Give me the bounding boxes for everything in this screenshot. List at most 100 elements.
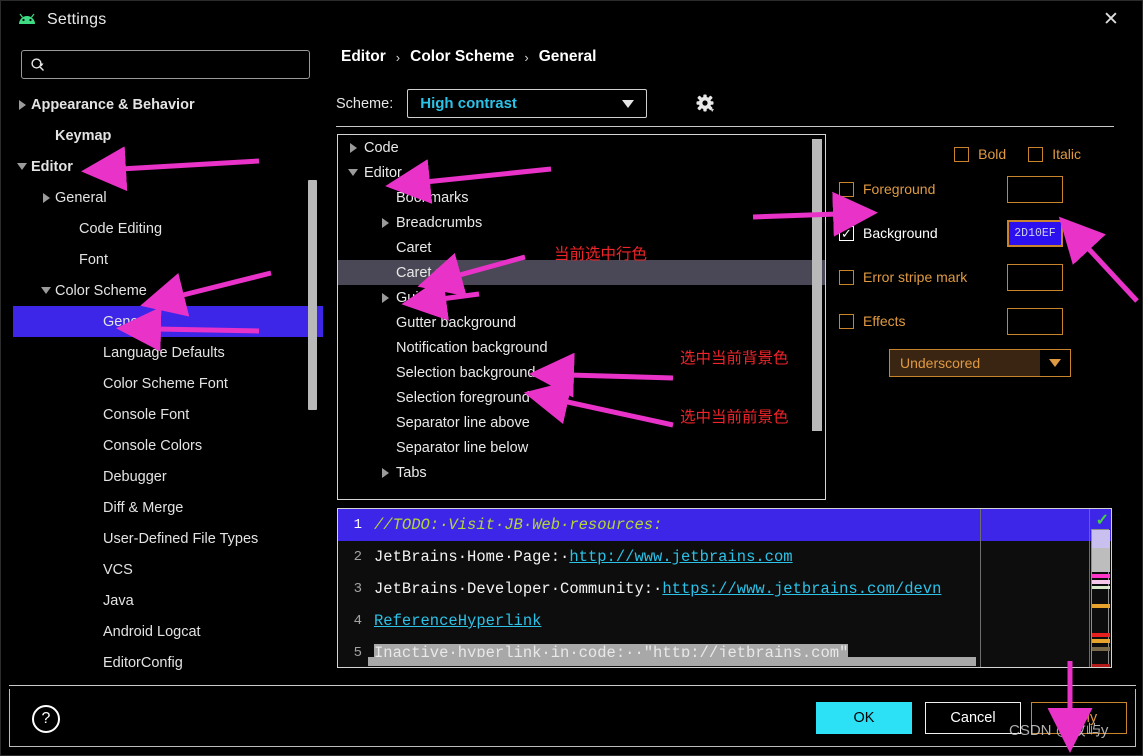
font-style-row: Bold Italic <box>839 141 1139 167</box>
preview-code: JetBrains·Home·Page:·http://www.jetbrain… <box>368 548 793 566</box>
search-box[interactable] <box>21 50 310 79</box>
tree-item-label: Breadcrumbs <box>396 214 483 231</box>
chevron-down-icon[interactable] <box>13 163 31 170</box>
sidebar-item-color-scheme-font[interactable]: Color Scheme Font <box>13 368 323 399</box>
sidebar-item-console-colors[interactable]: Console Colors <box>13 430 323 461</box>
breadcrumb-item-color-scheme[interactable]: Color Scheme <box>410 48 514 66</box>
attribute-label: Background <box>863 225 938 241</box>
sidebar-item-label: Keymap <box>55 127 112 144</box>
annotation-note: 当前选中行色 <box>554 246 648 263</box>
sidebar-item-console-font[interactable]: Console Font <box>13 399 323 430</box>
sidebar-item-label: User-Defined File Types <box>103 530 259 547</box>
chevron-right-icon[interactable] <box>374 217 396 228</box>
sidebar-item-keymap[interactable]: Keymap <box>13 120 323 151</box>
sidebar-item-appearance-behavior[interactable]: Appearance & Behavior <box>13 89 323 120</box>
italic-checkbox[interactable]: Italic <box>1028 146 1081 162</box>
sidebar-item-user-defined-file-types[interactable]: User-Defined File Types <box>13 523 323 554</box>
divider <box>336 126 1114 127</box>
preview-horizontal-scrollbar[interactable] <box>368 657 976 666</box>
chevron-right-icon[interactable] <box>374 467 396 478</box>
tree-item-separator-line-below[interactable]: Separator line below <box>338 435 825 460</box>
tree-item-label: Notification background <box>396 339 548 356</box>
tree-item-tabs[interactable]: Tabs <box>338 460 825 485</box>
sidebar-item-java[interactable]: Java <box>13 585 323 616</box>
line-number: 2 <box>353 549 362 565</box>
foreground-checkbox[interactable]: Foreground <box>839 181 1007 197</box>
sidebar-item-label: VCS <box>103 561 133 578</box>
tree-item-guides[interactable]: Guides <box>338 285 825 310</box>
breadcrumb-separator: › <box>395 49 401 65</box>
tree-item-label: Caret row <box>396 264 459 281</box>
tree-item-editor[interactable]: Editor <box>338 160 825 185</box>
code-segment: http://www.jetbrains.com <box>569 548 793 566</box>
attribute-row: Error stripe mark <box>839 255 1139 299</box>
sidebar-item-diff-merge[interactable]: Diff & Merge <box>13 492 323 523</box>
sidebar-item-debugger[interactable]: Debugger <box>13 461 323 492</box>
sidebar-item-label: Console Colors <box>103 437 203 454</box>
foreground-color-swatch[interactable] <box>1007 175 1063 203</box>
bold-checkbox[interactable]: Bold <box>954 146 1006 162</box>
tree-item-partial[interactable] <box>338 485 825 495</box>
android-icon <box>17 11 37 29</box>
sidebar-item-language-defaults[interactable]: Language Defaults <box>13 337 323 368</box>
sidebar-item-general[interactable]: General <box>13 182 323 213</box>
effects-checkbox[interactable]: Effects <box>839 313 1007 329</box>
gear-icon[interactable] <box>694 93 716 120</box>
tree-item-label: Code <box>364 139 399 156</box>
tree-item-label: Separator line above <box>396 414 530 431</box>
attribute-row: ✓ Background 2D10EF <box>839 211 1139 255</box>
chevron-right-icon[interactable] <box>37 192 55 203</box>
breadcrumb-item-editor[interactable]: Editor <box>341 48 386 66</box>
dialog-button-bar: ? OK Cancel Apply <box>9 689 1136 747</box>
color-scheme-tree[interactable]: Code Editor Bookmarks Breadcrumbs Caret Caret… <box>337 134 826 500</box>
effect-style-value: Underscored <box>900 355 981 371</box>
chevron-right-icon[interactable] <box>342 142 364 153</box>
annotation-note: 选中当前背景色 <box>680 350 789 367</box>
background-checkbox[interactable]: ✓ Background <box>839 225 1007 241</box>
code-segment: https://www.jetbrains.com/devn <box>662 580 942 598</box>
scheme-row: Scheme: High contrast <box>336 89 1114 118</box>
sidebar-item-editorconfig[interactable]: EditorConfig <box>13 647 323 678</box>
sidebar-item-label: Font <box>79 251 109 268</box>
scheme-select[interactable]: High contrast <box>407 89 648 118</box>
chevron-right-icon[interactable] <box>13 99 31 110</box>
tree-item-code[interactable]: Code <box>338 135 825 160</box>
tree-item-bookmarks[interactable]: Bookmarks <box>338 185 825 210</box>
background-color-swatch[interactable]: 2D10EF <box>1007 219 1063 247</box>
settings-sidebar[interactable]: Appearance & Behavior Keymap Editor General… <box>13 89 323 679</box>
tree-scrollbar[interactable] <box>812 139 822 431</box>
sidebar-item-code-editing[interactable]: Code Editing <box>13 213 323 244</box>
help-icon[interactable]: ? <box>32 705 60 733</box>
error-stripe-mark-checkbox[interactable]: Error stripe mark <box>839 269 1007 285</box>
search-input[interactable] <box>50 57 290 72</box>
tree-item-breadcrumbs[interactable]: Breadcrumbs <box>338 210 825 235</box>
sidebar-item-color-scheme[interactable]: Color Scheme <box>13 275 323 306</box>
tree-item-label: Guides <box>396 289 442 306</box>
sidebar-item-general[interactable]: General <box>13 306 323 337</box>
tree-item-label: Gutter background <box>396 314 517 331</box>
cancel-button[interactable]: Cancel <box>925 702 1021 734</box>
chevron-right-icon[interactable] <box>374 292 396 303</box>
sidebar-item-android-logcat[interactable]: Android Logcat <box>13 616 323 647</box>
tree-item-label: Bookmarks <box>396 189 469 206</box>
code-segment: ReferenceHyperlink <box>374 612 542 630</box>
breadcrumb-item-general[interactable]: General <box>539 48 597 66</box>
effects-color-swatch[interactable] <box>1007 307 1063 335</box>
minimap-divider <box>1089 509 1090 667</box>
chevron-down-icon[interactable] <box>37 287 55 294</box>
code-preview[interactable]: 1 //TODO:·Visit·JB·Web·resources: 2 JetBrai… <box>337 508 1112 668</box>
sidebar-item-label: Appearance & Behavior <box>31 96 195 113</box>
sidebar-item-vcs[interactable]: VCS <box>13 554 323 585</box>
ok-button[interactable]: OK <box>816 702 912 734</box>
tree-item-gutter-background[interactable]: Gutter background <box>338 310 825 335</box>
sidebar-scrollbar[interactable] <box>308 180 317 410</box>
chevron-down-icon[interactable] <box>342 169 364 176</box>
close-icon[interactable]: ✕ <box>1100 9 1122 31</box>
sidebar-item-editor[interactable]: Editor <box>13 151 323 182</box>
error-stripe-mark-color-swatch[interactable] <box>1007 263 1063 291</box>
sidebar-item-label: Color Scheme Font <box>103 375 228 392</box>
sidebar-item-font[interactable]: Font <box>13 244 323 275</box>
chevron-down-icon[interactable] <box>1040 350 1070 376</box>
effect-style-select[interactable]: Underscored <box>889 349 1071 377</box>
error-stripe-minimap[interactable] <box>1091 529 1110 667</box>
